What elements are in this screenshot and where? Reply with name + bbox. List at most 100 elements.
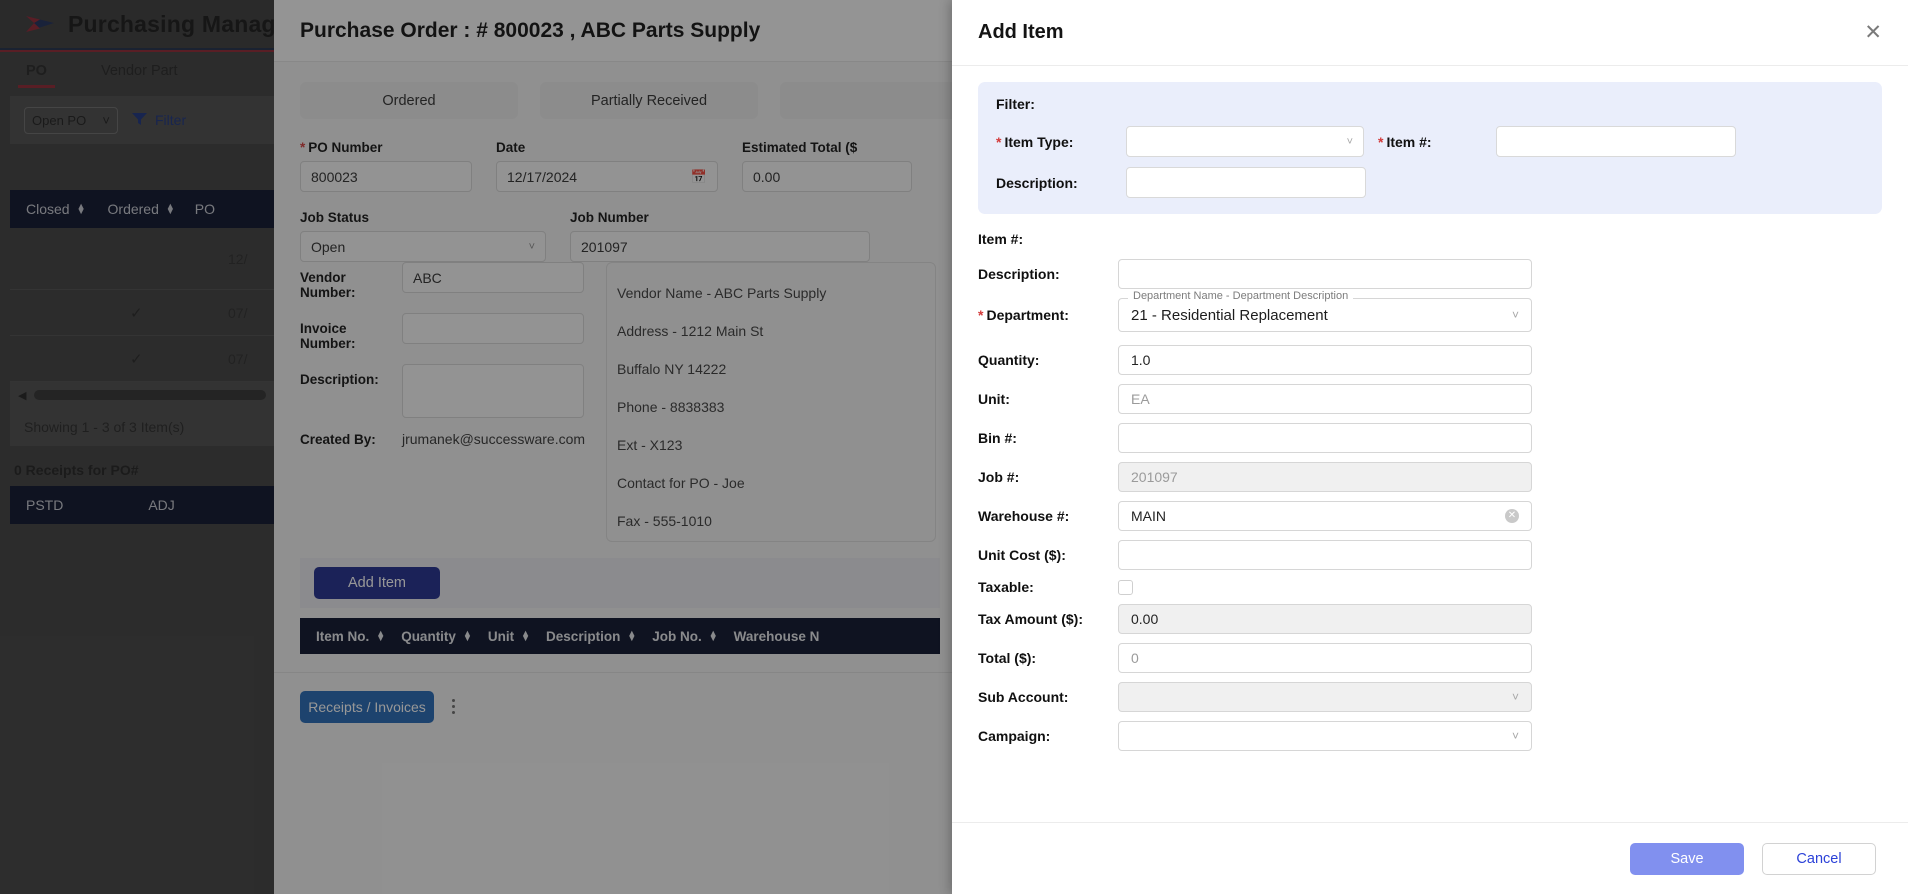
- unit-cost-input[interactable]: [1118, 540, 1532, 570]
- items-grid-header: Item No. ▲ ▼ Quantity ▲ ▼ Unit ▲ ▼ Descript…: [300, 618, 940, 654]
- status-tab-ordered[interactable]: Ordered: [300, 82, 518, 119]
- job-status-select[interactable]: Open ˅: [300, 231, 546, 262]
- sort-icon[interactable]: ▲ ▼: [77, 202, 86, 216]
- sort-icon[interactable]: ▲ ▼: [376, 629, 385, 643]
- modal-body: Filter: * Item Type: ˅ * Item #: Descripti…: [952, 66, 1908, 822]
- tab-po[interactable]: PO: [18, 52, 55, 90]
- open-po-select[interactable]: Open PO ˅: [24, 106, 118, 134]
- form-row-campaign: Campaign: ˅: [978, 721, 1882, 751]
- field-date: Date 12/17/2024 📅: [496, 140, 718, 192]
- add-item-strip: Add Item: [300, 558, 940, 608]
- funnel-icon: [132, 112, 147, 129]
- tab-vendor-part[interactable]: Vendor Part: [101, 52, 178, 90]
- warehouse-no-input[interactable]: MAIN ✕: [1118, 501, 1532, 531]
- item-no-filter-input[interactable]: [1496, 126, 1736, 157]
- po-grid-horizontal-scrollbar[interactable]: ◀: [10, 382, 274, 408]
- required-marker: *: [300, 140, 306, 155]
- quantity-label: Quantity:: [978, 352, 1040, 368]
- clear-icon[interactable]: ✕: [1505, 509, 1519, 523]
- sort-icon[interactable]: ▲ ▼: [166, 202, 175, 216]
- items-col-unit[interactable]: Unit ▲ ▼: [488, 629, 530, 644]
- estimated-total-value: 0.00: [753, 168, 781, 185]
- vendor-phone: Phone - 8838383: [617, 399, 725, 415]
- items-col-description[interactable]: Description ▲ ▼: [546, 629, 636, 644]
- job-number-input[interactable]: 201097: [570, 231, 870, 262]
- items-col-warehouse[interactable]: Warehouse N: [734, 629, 820, 644]
- sort-icon[interactable]: ▲ ▼: [521, 629, 530, 643]
- bin-no-input[interactable]: [1118, 423, 1532, 453]
- chevron-down-icon: ˅: [1511, 308, 1519, 322]
- table-row[interactable]: ✓ 07/: [10, 336, 274, 382]
- field-estimated-total: Estimated Total ($ 0.00: [742, 140, 912, 192]
- department-select[interactable]: 21 - Residential Replacement ˅: [1118, 298, 1532, 332]
- filter-button[interactable]: Filter: [132, 112, 186, 129]
- receipts-col-adj[interactable]: ADJ: [148, 497, 174, 513]
- items-col-job-no-label: Job No.: [652, 628, 702, 644]
- status-tab-third[interactable]: [780, 82, 952, 119]
- scroll-left-icon[interactable]: ◀: [18, 389, 26, 402]
- item-type-select[interactable]: ˅: [1126, 126, 1364, 157]
- items-col-item-no-label: Item No.: [316, 628, 370, 644]
- vendor-number-label: Vendor Number:: [300, 270, 356, 300]
- total-value: 0: [1131, 650, 1139, 666]
- po-grid-col-po[interactable]: PO: [195, 201, 215, 217]
- taxable-label: Taxable:: [978, 579, 1034, 595]
- sub-account-select: ˅: [1118, 682, 1532, 712]
- estimated-total-input[interactable]: 0.00: [742, 161, 912, 192]
- calendar-icon[interactable]: 📅: [691, 169, 707, 185]
- invoice-number-label: Invoice Number:: [300, 321, 356, 351]
- po-number-input[interactable]: 800023: [300, 161, 472, 192]
- table-row[interactable]: ✓ 07/: [10, 290, 274, 336]
- vendor-number-input[interactable]: ABC: [402, 262, 584, 293]
- filter-panel-title: Filter:: [996, 96, 1035, 112]
- save-button[interactable]: Save: [1630, 842, 1744, 875]
- required-marker: *: [1378, 133, 1384, 150]
- receipts-invoices-button[interactable]: Receipts / Invoices: [300, 691, 434, 723]
- filter-description-label: Description:: [996, 174, 1078, 191]
- tax-amount-value: 0.00: [1131, 611, 1159, 627]
- form-row-quantity: Quantity: 1.0: [978, 345, 1882, 375]
- unit-cost-label: Unit Cost ($):: [978, 547, 1066, 563]
- job-status-value: Open: [311, 238, 346, 255]
- items-col-quantity[interactable]: Quantity ▲ ▼: [401, 629, 472, 644]
- description-input[interactable]: [1118, 259, 1532, 289]
- sort-icon[interactable]: ▲ ▼: [463, 629, 472, 643]
- department-label: * Department:: [978, 307, 1069, 323]
- status-tab-partially-received[interactable]: Partially Received: [540, 82, 758, 119]
- po-date-cell: 07/: [228, 304, 248, 321]
- scrollbar-thumb[interactable]: [34, 390, 266, 400]
- invoice-number-input[interactable]: [402, 313, 584, 344]
- filter-description-input[interactable]: [1126, 167, 1366, 198]
- receipts-col-pstd[interactable]: PSTD: [26, 497, 63, 513]
- unit-input[interactable]: EA: [1118, 384, 1532, 414]
- cancel-button[interactable]: Cancel: [1762, 842, 1876, 875]
- items-col-unit-label: Unit: [487, 628, 515, 644]
- po-description-input[interactable]: [402, 364, 584, 418]
- form-row-total: Total ($): 0: [978, 643, 1882, 673]
- items-col-item-no[interactable]: Item No. ▲ ▼: [316, 629, 385, 644]
- required-marker: *: [996, 133, 1002, 150]
- purchase-order-panel: Purchase Order : # 800023 , ABC Parts Su…: [274, 0, 952, 894]
- items-col-job-no[interactable]: Job No. ▲ ▼: [652, 629, 717, 644]
- campaign-select[interactable]: ˅: [1118, 721, 1532, 751]
- taxable-checkbox[interactable]: [1118, 579, 1133, 595]
- po-grid-col-closed[interactable]: Closed ▲ ▼: [26, 201, 86, 217]
- vendor-ext: Ext - X123: [617, 437, 683, 453]
- date-input[interactable]: 12/17/2024 📅: [496, 161, 718, 192]
- table-row[interactable]: 12/: [10, 228, 274, 290]
- po-grid-col-ordered[interactable]: Ordered ▲ ▼: [108, 201, 175, 217]
- kebab-menu-icon[interactable]: [452, 699, 455, 714]
- vendor-name: Vendor Name - ABC Parts Supply: [617, 285, 827, 301]
- sort-icon[interactable]: ▲ ▼: [709, 629, 718, 643]
- sort-icon[interactable]: ▲ ▼: [627, 629, 636, 643]
- vendor-contact: Contact for PO - Joe: [617, 475, 745, 491]
- total-input[interactable]: 0: [1118, 643, 1532, 673]
- po-bottom-bar: Receipts / Invoices: [274, 672, 952, 894]
- screen-root: Purchasing Manag PO Vendor Part Open PO …: [0, 0, 1908, 894]
- receipts-section-title: 0 Receipts for PO#: [14, 462, 139, 478]
- add-item-button[interactable]: Add Item: [314, 567, 440, 599]
- filter-button-label: Filter: [155, 112, 187, 128]
- app-tabbar: PO Vendor Part: [0, 52, 274, 90]
- quantity-input[interactable]: 1.0: [1118, 345, 1532, 375]
- close-icon[interactable]: ✕: [1864, 22, 1882, 43]
